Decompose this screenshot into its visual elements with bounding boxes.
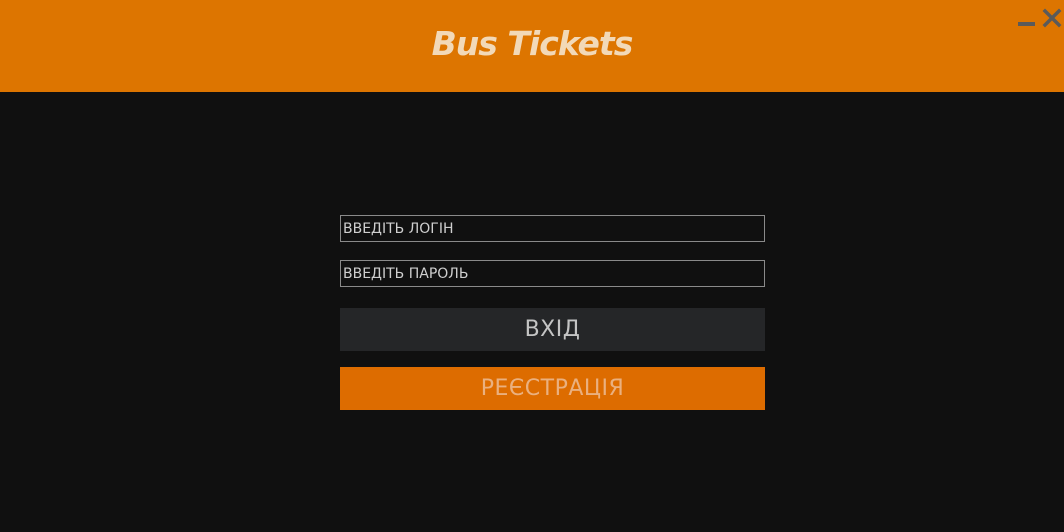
login-button[interactable]: ВХІД xyxy=(340,308,765,351)
close-button[interactable] xyxy=(1041,6,1063,30)
minimize-button[interactable] xyxy=(1016,6,1038,30)
register-button[interactable]: РЕЄСТРАЦІЯ xyxy=(340,367,765,410)
minimize-icon xyxy=(1018,22,1035,26)
app-title: Bus Tickets xyxy=(431,24,634,63)
password-input[interactable] xyxy=(340,260,765,287)
login-input[interactable] xyxy=(340,215,765,242)
header-bar: Bus Tickets xyxy=(0,0,1064,92)
close-icon xyxy=(1042,8,1062,28)
